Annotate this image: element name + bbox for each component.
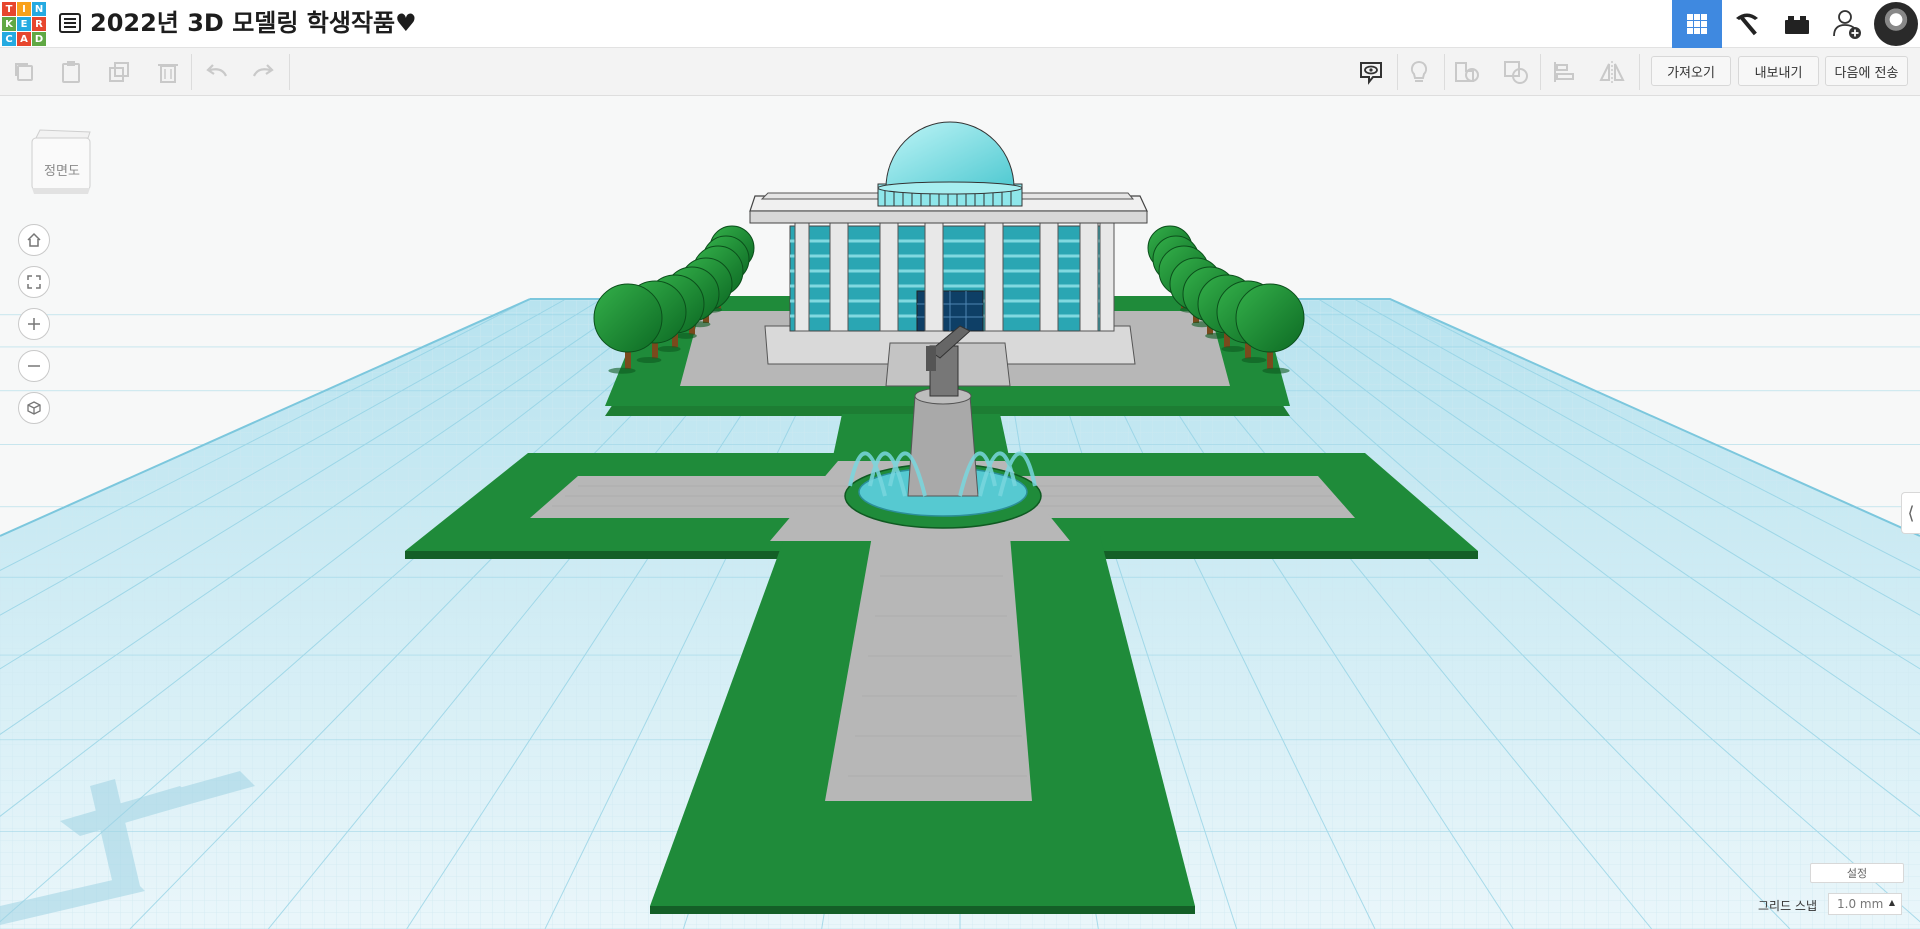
add-user-icon (1833, 10, 1861, 39)
building-column (924, 222, 944, 332)
paste-icon[interactable] (57, 58, 85, 86)
shape-icon[interactable] (1453, 58, 1481, 86)
view-cube[interactable]: 정면도 (30, 128, 94, 194)
export-button[interactable]: 내보내기 (1738, 56, 1819, 86)
building-column (829, 222, 849, 332)
top-bar: TIN KER CAD 2022년 3D 모델링 학생작품♥ (0, 0, 1920, 48)
tree-crown (593, 283, 663, 353)
redo-icon[interactable] (249, 58, 277, 86)
logo-letter: E (17, 17, 31, 31)
tree-crown (1235, 283, 1305, 353)
edit-toolbar: 가져오기 내보내기 다음에 전송 (0, 48, 1920, 96)
pickaxe-icon (1736, 13, 1758, 36)
building-column (1079, 222, 1099, 332)
logo-letter: K (2, 17, 16, 31)
light-icon[interactable] (1405, 58, 1433, 86)
perspective-toggle-button[interactable] (18, 392, 50, 424)
copy-icon[interactable] (10, 58, 38, 86)
duplicate-icon[interactable] (105, 58, 133, 86)
import-button[interactable]: 가져오기 (1651, 56, 1731, 86)
tinkercad-logo[interactable]: TIN KER CAD (2, 2, 46, 46)
invite-user-button[interactable] (1822, 0, 1872, 48)
building-column (794, 222, 810, 332)
delete-icon[interactable] (154, 58, 182, 86)
design-list-icon[interactable] (58, 11, 82, 35)
undo-icon[interactable] (203, 58, 231, 86)
fit-view-button[interactable] (18, 266, 50, 298)
brick-icon (1785, 16, 1809, 34)
zoom-out-icon (28, 365, 40, 367)
building-column (879, 222, 899, 332)
3d-design-view-button[interactable] (1672, 0, 1722, 48)
logo-letter: A (17, 32, 31, 46)
zoom-out-button[interactable] (18, 350, 50, 382)
grid-snap-label: 그리드 스냅 (1758, 899, 1818, 913)
caret-up-icon: ▲ (1888, 898, 1895, 907)
settings-button[interactable]: 설정 (1810, 863, 1904, 883)
logo-letter: T (2, 2, 16, 16)
perspective-icon (27, 401, 41, 415)
view-cube-face-label: 정면도 (44, 164, 80, 179)
logo-letter: R (32, 17, 46, 31)
zoom-in-icon (28, 318, 40, 330)
logo-letter: I (17, 2, 31, 16)
logo-letter: D (32, 32, 46, 46)
mirror-icon[interactable] (1598, 58, 1626, 86)
chevron-left-icon: ⟨ (1907, 502, 1915, 524)
zoom-in-button[interactable] (18, 308, 50, 340)
blocks-view-button[interactable] (1722, 0, 1772, 48)
grid-snap-select[interactable]: 1.0 mm ▲ (1828, 893, 1902, 915)
send-to-button[interactable]: 다음에 전송 (1825, 56, 1908, 86)
shapes-panel-toggle[interactable]: ⟨ (1901, 492, 1920, 534)
home-view-button[interactable] (18, 224, 50, 256)
bricks-view-button[interactable] (1772, 0, 1822, 48)
building-column (984, 222, 1004, 332)
3d-scene[interactable] (0, 96, 1920, 929)
building-column (1099, 222, 1115, 332)
fit-icon (27, 275, 41, 289)
notes-icon[interactable] (1357, 58, 1385, 86)
grid-icon (1687, 14, 1707, 34)
workplane-viewport[interactable]: 정면도 ⟨ 설정 그리드 스냅 1.0 mm ▲ (0, 96, 1920, 929)
align-icon[interactable] (1550, 58, 1578, 86)
home-icon (27, 232, 41, 247)
design-title[interactable]: 2022년 3D 모델링 학생작품♥ (90, 6, 417, 40)
user-avatar[interactable] (1874, 2, 1918, 46)
group-icon[interactable] (1502, 58, 1530, 86)
logo-letter: N (32, 2, 46, 16)
grid-snap-value: 1.0 mm (1837, 897, 1884, 911)
logo-letter: C (2, 32, 16, 46)
building-column (1039, 222, 1059, 332)
